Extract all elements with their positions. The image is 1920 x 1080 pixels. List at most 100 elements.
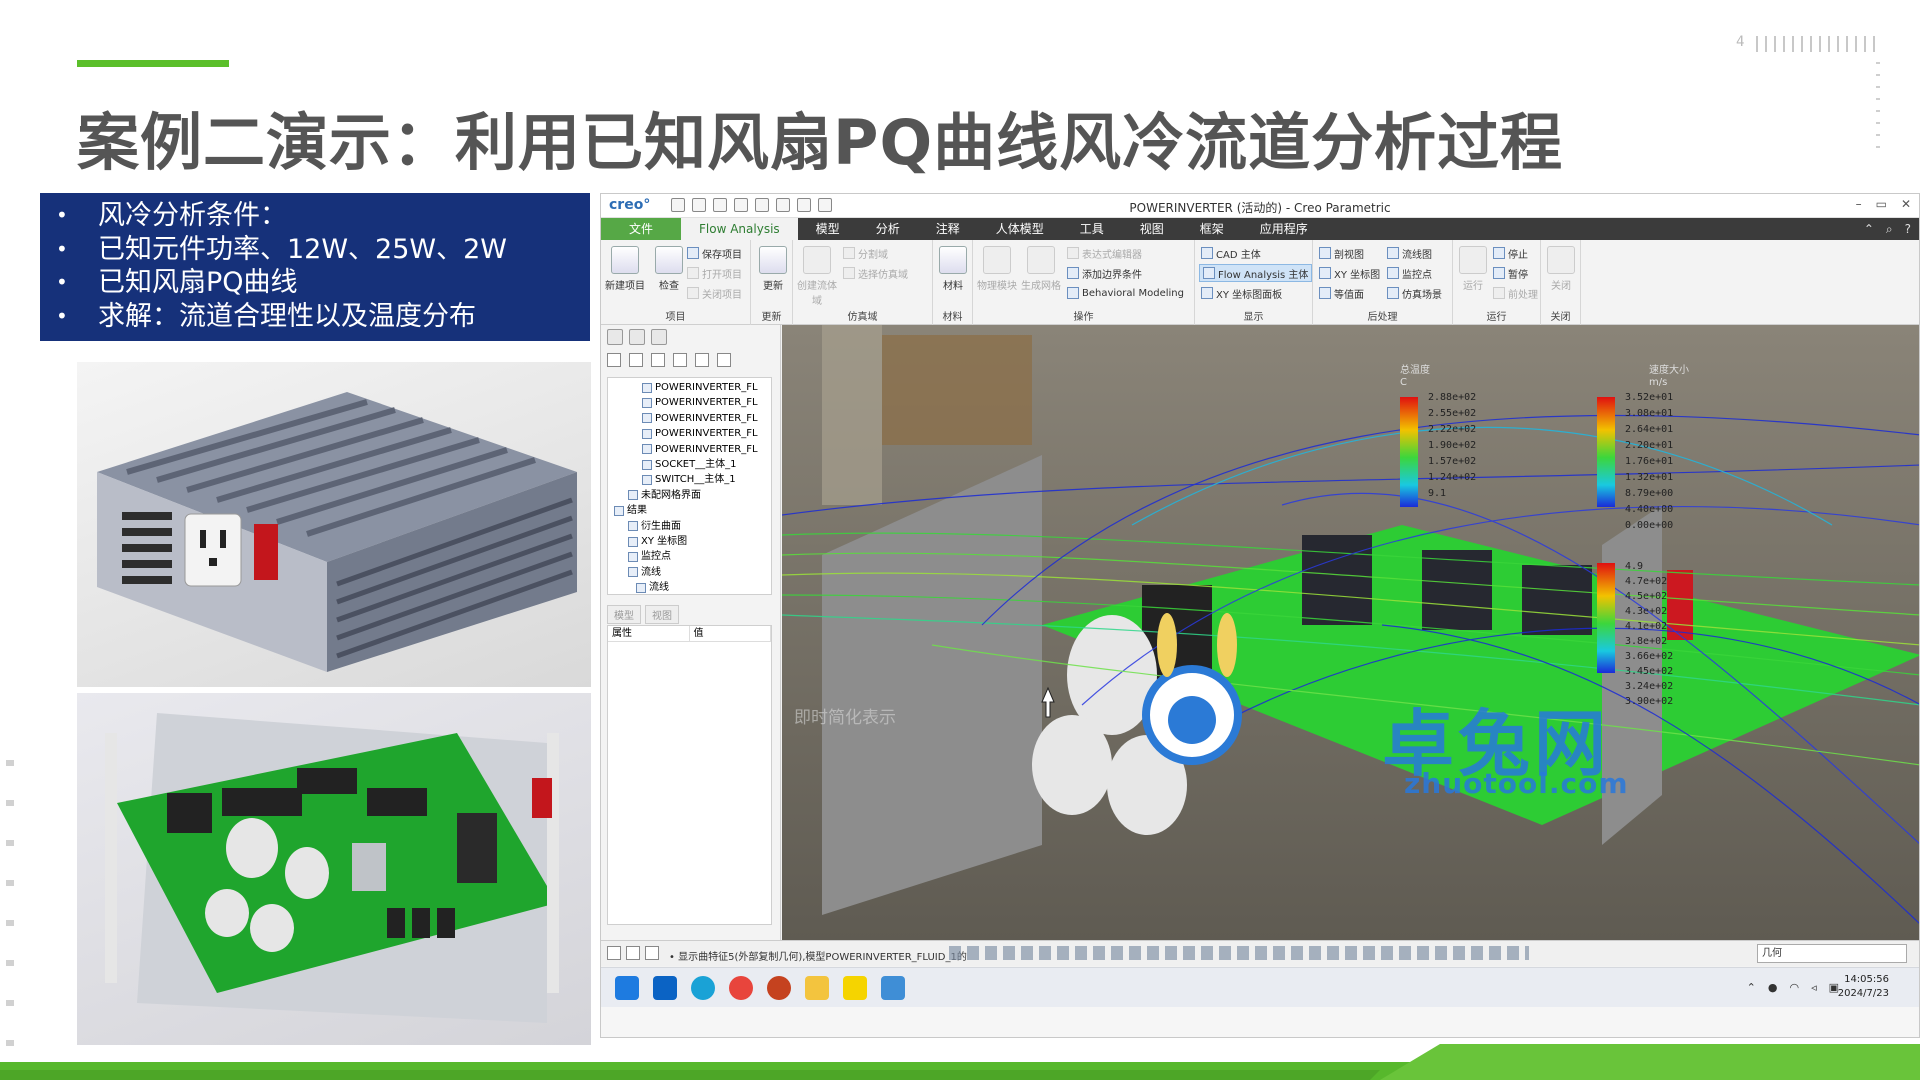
toggle-navigator-icon[interactable]	[607, 946, 621, 960]
full-screen-icon[interactable]	[645, 946, 659, 960]
chevron-up-icon[interactable]: ⌃	[1747, 981, 1756, 994]
tree-settings-icon[interactable]	[607, 353, 621, 367]
tab-view-props[interactable]: 视图	[645, 605, 679, 624]
tree-node[interactable]: SWITCH__主体_1	[608, 472, 771, 487]
chrome-icon[interactable]	[729, 976, 753, 1000]
tab-model-props[interactable]: 模型	[607, 605, 641, 624]
filter-icon[interactable]	[651, 353, 665, 367]
preprocess-button[interactable]: 前处理	[1493, 284, 1538, 302]
contour-button[interactable]: 等值面	[1319, 284, 1364, 302]
pause-icon	[1493, 267, 1505, 279]
generate-mesh-button[interactable]: 生成网格	[1019, 246, 1063, 292]
new-project-button[interactable]: 新建项目	[603, 246, 647, 292]
favorites-tab-icon[interactable]	[651, 329, 667, 345]
open-project-button[interactable]: 打开项目	[687, 264, 742, 282]
behavioral-modeling-button[interactable]: Behavioral Modeling	[1067, 284, 1184, 302]
create-fluid-domain-button[interactable]: 创建流体域	[795, 246, 839, 307]
close-flow-label: 关闭	[1551, 281, 1571, 292]
save-project-icon	[687, 247, 699, 259]
tree-node[interactable]: 流线	[608, 565, 771, 580]
microphone-icon[interactable]: ●	[1768, 981, 1778, 994]
tree-node[interactable]: 衍生曲面	[608, 519, 771, 534]
tree-node[interactable]: POWERINVERTER_FL	[608, 395, 771, 410]
run-button[interactable]: 运行	[1451, 246, 1495, 292]
tab-model[interactable]: 模型	[798, 218, 858, 240]
toggle-browser-icon[interactable]	[626, 946, 640, 960]
properties-table: 属性 值	[607, 625, 772, 925]
sticky-app-icon[interactable]	[843, 976, 867, 1000]
scene-button[interactable]: 仿真场景	[1387, 284, 1442, 302]
tab-view[interactable]: 视图	[1122, 218, 1182, 240]
edge-icon[interactable]	[691, 976, 715, 1000]
tree-node[interactable]: SOCKET__主体_1	[608, 457, 771, 472]
physics-button[interactable]: 物理模块	[975, 246, 1019, 292]
stop-button[interactable]: 停止	[1493, 244, 1528, 262]
flow-body-button[interactable]: Flow Analysis 主体	[1199, 264, 1313, 282]
update-button[interactable]: 更新	[751, 246, 795, 292]
windows-start-icon[interactable]	[615, 976, 639, 1000]
tree-node[interactable]: 监控点	[608, 549, 771, 564]
wifi-icon[interactable]: ◠	[1789, 981, 1799, 994]
window-controls: – ▭ ✕	[1856, 197, 1911, 211]
temperature-legend-unit: C	[1400, 377, 1407, 388]
pause-button[interactable]: 暂停	[1493, 264, 1528, 282]
tree-node[interactable]: POWERINVERTER_FL	[608, 380, 771, 395]
section-view-button[interactable]: 剖视图	[1319, 244, 1364, 262]
tree-node[interactable]: POWERINVERTER_FL	[608, 411, 771, 426]
tab-tools[interactable]: 工具	[1062, 218, 1122, 240]
tree-node[interactable]: 流线	[608, 580, 771, 594]
xy-panel-button[interactable]: XY 坐标图面板	[1201, 284, 1282, 302]
maximize-icon[interactable]: ▭	[1876, 197, 1887, 211]
xy-plot-button[interactable]: XY 坐标图	[1319, 264, 1380, 282]
tab-framework[interactable]: 框架	[1182, 218, 1242, 240]
tree-layers-icon[interactable]	[695, 353, 709, 367]
streamline-button[interactable]: 流线图	[1387, 244, 1432, 262]
monitor-point-button[interactable]: 监控点	[1387, 264, 1432, 282]
search-icon[interactable]: ⌕	[1886, 222, 1893, 237]
close-project-icon	[687, 287, 699, 299]
group-operations-label: 操作	[1073, 312, 1094, 323]
select-domain-button[interactable]: 选择仿真域	[843, 264, 908, 282]
close-icon[interactable]: ✕	[1901, 197, 1911, 211]
powerpoint-icon[interactable]	[767, 976, 791, 1000]
collapse-ribbon-icon[interactable]: ⌃	[1864, 222, 1874, 237]
graphics-toolbar[interactable]	[949, 946, 1529, 960]
tree-node[interactable]: XY 坐标图	[608, 534, 771, 549]
taskbar-clock[interactable]: 14:05:56 2024/7/23	[1838, 973, 1889, 1001]
outlook-icon[interactable]	[653, 976, 677, 1000]
help-icon[interactable]: ?	[1905, 222, 1911, 237]
flow-body-label: Flow Analysis 主体	[1218, 269, 1309, 281]
shield-icon[interactable]	[717, 353, 731, 367]
check-button[interactable]: 检查	[647, 246, 691, 292]
save-project-button[interactable]: 保存项目	[687, 244, 742, 262]
tab-annotate[interactable]: 注释	[918, 218, 978, 240]
add-boundary-button[interactable]: 添加边界条件	[1067, 264, 1142, 282]
close-flow-button[interactable]: 关闭	[1539, 246, 1583, 292]
cad-body-button[interactable]: CAD 主体	[1201, 244, 1261, 262]
tree-node[interactable]: POWERINVERTER_FL	[608, 442, 771, 457]
tree-node[interactable]: 未配网格界面	[608, 488, 771, 503]
tab-applications[interactable]: 应用程序	[1242, 218, 1326, 240]
volume-icon[interactable]: ◃	[1811, 981, 1817, 994]
minimize-icon[interactable]: –	[1856, 197, 1862, 211]
folder-tab-icon[interactable]	[629, 329, 645, 345]
tab-analysis[interactable]: 分析	[858, 218, 918, 240]
expression-editor-button[interactable]: 表达式编辑器	[1067, 244, 1142, 262]
tree-node[interactable]: 结果	[608, 503, 771, 518]
tab-flow-analysis[interactable]: Flow Analysis	[681, 218, 798, 240]
tab-file[interactable]: 文件	[601, 218, 682, 240]
graphics-viewport[interactable]: 总温度 C 2.88e+02 2.55e+02 2.22e+02 1.90e+0…	[782, 325, 1919, 940]
delete-icon[interactable]	[629, 353, 643, 367]
model-tree-tab-icon[interactable]	[607, 329, 623, 345]
columns-icon[interactable]	[673, 353, 687, 367]
tab-manikin[interactable]: 人体模型	[978, 218, 1062, 240]
selection-filter-dropdown[interactable]: 几何	[1757, 944, 1907, 963]
check-icon	[655, 246, 683, 274]
tree-node[interactable]: POWERINVERTER_FL	[608, 426, 771, 441]
material-button[interactable]: 材料	[931, 246, 975, 292]
creo-app-icon[interactable]	[881, 976, 905, 1000]
close-project-button[interactable]: 关闭项目	[687, 284, 742, 302]
split-domain-button[interactable]: 分割域	[843, 244, 888, 262]
file-explorer-icon[interactable]	[805, 976, 829, 1000]
section-view-icon	[1319, 247, 1331, 259]
